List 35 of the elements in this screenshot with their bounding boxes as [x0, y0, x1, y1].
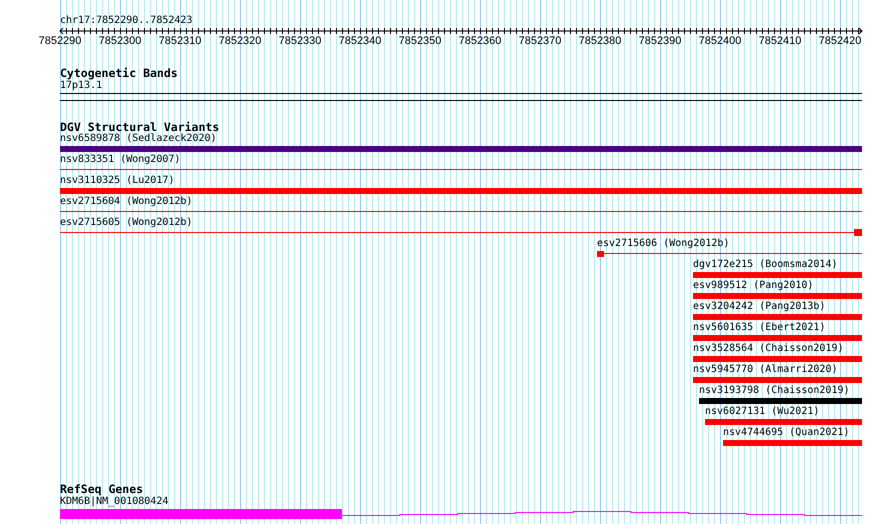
- track-title: RefSeq Genes: [60, 484, 144, 496]
- gene-label: KDM6B|NM_001080424: [60, 497, 168, 507]
- ruler-tick-label: 7852300: [98, 36, 142, 47]
- ruler-tick-label: 7852320: [218, 36, 262, 47]
- ruler-tick-label: 7852420: [818, 36, 862, 47]
- ruler-tick-label: 7852410: [758, 36, 802, 47]
- ruler-tick-label: 7852290: [38, 36, 82, 47]
- feature-label: nsv4744695 (Quan2021): [723, 428, 850, 438]
- ruler-title: chr17:7852290..7852423: [60, 16, 192, 26]
- ruler-tick-label: 7852370: [518, 36, 562, 47]
- ruler-tick-label: 7852380: [578, 36, 622, 47]
- ruler-tick-label: 7852330: [278, 36, 322, 47]
- ruler-tick-label: 7852390: [638, 36, 682, 47]
- ruler-tick-label: 7852310: [158, 36, 202, 47]
- ruler-tick-label: 7852350: [398, 36, 442, 47]
- feature-label: nsv3528564 (Chaisson2019): [693, 344, 844, 354]
- feature-label: esv3204242 (Pang2013b): [693, 302, 826, 312]
- feature-label: esv989512 (Pang2010): [693, 281, 814, 291]
- feature-label: nsv3193798 (Chaisson2019): [699, 386, 850, 396]
- feature-label: nsv3110325 (Lu2017): [60, 176, 174, 186]
- feature-label: esv2715606 (Wong2012b): [597, 239, 730, 249]
- feature-label: nsv5601635 (Ebert2021): [693, 323, 826, 333]
- track-title: Cytogenetic Bands: [60, 68, 178, 80]
- feature-label: esv2715605 (Wong2012b): [60, 218, 192, 228]
- ruler-tick-label: 7852400: [698, 36, 742, 47]
- ruler-tick-label: 7852340: [338, 36, 382, 47]
- track-title: DGV Structural Variants: [60, 122, 220, 134]
- feature-label: dgv172e215 (Boomsma2014): [693, 260, 838, 270]
- band-label: 17p13.1: [60, 81, 102, 91]
- feature-label: nsv6589878 (Sedlazeck2020): [60, 134, 217, 144]
- feature-label: nsv833351 (Wong2007): [60, 155, 180, 165]
- feature-label: nsv5945770 (Almarri2020): [693, 365, 838, 375]
- feature-label: esv2715604 (Wong2012b): [60, 197, 192, 207]
- feature-label: nsv6027131 (Wu2021): [705, 407, 820, 417]
- ruler-tick-label: 7852360: [458, 36, 502, 47]
